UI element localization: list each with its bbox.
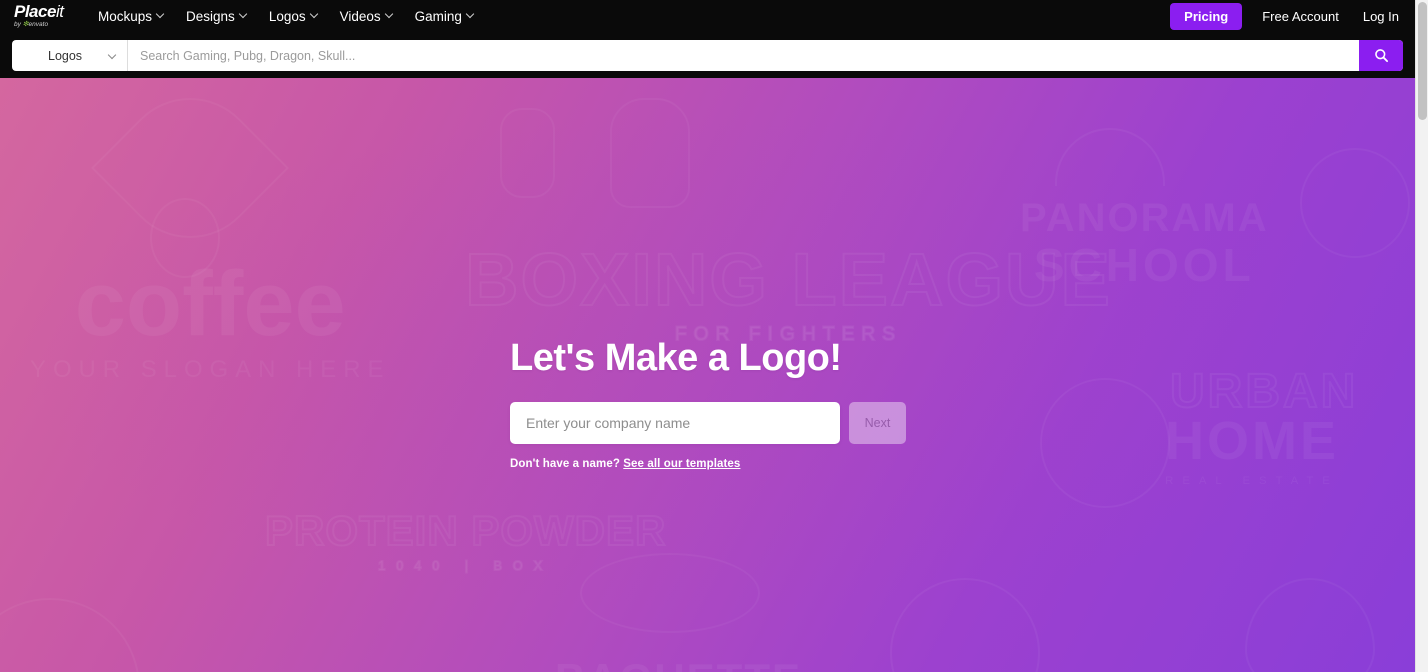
chevron-down-icon (311, 11, 318, 18)
search-input[interactable] (128, 41, 1359, 70)
scrollbar-thumb[interactable] (1418, 2, 1427, 120)
hero-content: Let's Make a Logo! Next Don't have a nam… (510, 337, 1070, 470)
search-box: Logos (12, 40, 1403, 71)
watermark-protein-powder: PROTEIN POWDER 1040 | BOX (264, 507, 667, 574)
nav-item-designs-label: Designs (186, 9, 235, 24)
brand-wordmark: Placeit (14, 3, 72, 20)
nav-item-mockups[interactable]: Mockups (98, 9, 164, 24)
vertical-scrollbar[interactable]: ▲ (1415, 0, 1428, 672)
main-nav-links: Mockups Designs Logos Videos Gaming (98, 9, 474, 24)
watermark-panorama-school: PANORAMA SCHOOL (1020, 198, 1269, 288)
watermark-boxing-glove-small-shape (500, 108, 555, 198)
nav-item-designs[interactable]: Designs (186, 9, 247, 24)
search-icon (1374, 49, 1388, 63)
search-bar-row: Logos (0, 33, 1415, 78)
watermark-baguette-title: BAGUETTE (555, 655, 802, 672)
logo-name-form: Next (510, 402, 1070, 444)
free-account-link[interactable]: Free Account (1262, 9, 1339, 24)
hero-section: coffee YOUR SLOGAN HERE BOXING LEAGUE FO… (0, 78, 1415, 672)
page-root: Placeit by ❇envato Mockups Designs Logos… (0, 0, 1428, 672)
login-link[interactable]: Log In (1363, 9, 1399, 24)
nav-item-gaming-label: Gaming (414, 9, 462, 24)
watermark-protein-sub: 1040 | BOX (377, 559, 554, 573)
nav-item-mockups-label: Mockups (98, 9, 153, 24)
watermark-coffee-wings-shape (91, 78, 289, 267)
watermark-heart-shape (1245, 578, 1375, 672)
top-navigation-bar: Placeit by ❇envato Mockups Designs Logos… (0, 0, 1415, 33)
watermark-baguette-bread-shape (580, 553, 760, 633)
next-button[interactable]: Next (849, 402, 906, 444)
nav-right-actions: Pricing Free Account Log In (1170, 3, 1415, 30)
watermark-boxing-glove-shape (610, 98, 690, 208)
chevron-down-icon (109, 52, 117, 60)
watermark-astronaut-circle-shape (0, 598, 140, 672)
watermark-coffee: coffee YOUR SLOGAN HERE (30, 258, 390, 382)
watermark-laurel-shape (1055, 128, 1165, 186)
chevron-down-icon (240, 11, 247, 18)
watermark-realestate-sub: REAL ESTATE (1165, 475, 1339, 487)
watermark-school-sub: SCHOOL (1033, 239, 1255, 291)
watermark-coffee-bean-shape (150, 198, 220, 278)
placeit-logo[interactable]: Placeit by ❇envato (14, 3, 72, 31)
watermark-home-title: HOME (1165, 411, 1339, 471)
chevron-down-icon (157, 11, 164, 18)
pricing-button[interactable]: Pricing (1170, 3, 1243, 30)
brand-name-light: it (55, 1, 64, 21)
watermark-boxing-league-title: BOXING LEAGUE (464, 238, 1112, 321)
watermark-coffee-title: coffee (74, 253, 346, 355)
chevron-down-icon (386, 11, 393, 18)
search-category-select[interactable]: Logos (12, 40, 128, 71)
watermark-baguette: BAGUETTE (555, 658, 802, 672)
watermark-boxing-league: BOXING LEAGUE FOR FIGHTERS (464, 242, 1112, 346)
brand-byline: by ❇envato (14, 21, 72, 29)
watermark-urban-home: URBAN (1169, 365, 1359, 418)
watermark-badge-circle-shape (890, 578, 1040, 672)
company-name-input[interactable] (510, 402, 840, 444)
search-category-value: Logos (48, 48, 83, 63)
brand-byline-company: envato (28, 20, 49, 28)
no-name-note: Don't have a name? See all our templates (510, 458, 1070, 470)
watermark-coffee-sub: YOUR SLOGAN HERE (30, 356, 391, 383)
watermark-urban-title: URBAN (1169, 365, 1359, 418)
nav-item-logos-label: Logos (268, 9, 306, 24)
nav-item-videos-label: Videos (339, 9, 381, 24)
see-all-templates-link[interactable]: See all our templates (623, 458, 740, 470)
nav-item-logos[interactable]: Logos (269, 9, 318, 24)
watermark-panorama-title: PANORAMA (1020, 196, 1269, 240)
brand-name-bold: Place (14, 1, 56, 21)
chevron-down-icon (467, 11, 474, 18)
search-submit-button[interactable] (1359, 40, 1403, 71)
no-name-note-text: Don't have a name? (510, 458, 620, 470)
page-title: Let's Make a Logo! (510, 337, 842, 379)
watermark-home: HOME REAL ESTATE (1165, 414, 1339, 487)
brand-byline-prefix: by (14, 20, 23, 28)
nav-item-gaming[interactable]: Gaming (415, 9, 474, 24)
watermark-corner-circle-shape (1300, 148, 1410, 258)
watermark-protein-title: PROTEIN POWDER (264, 507, 667, 554)
nav-item-videos[interactable]: Videos (340, 9, 393, 24)
